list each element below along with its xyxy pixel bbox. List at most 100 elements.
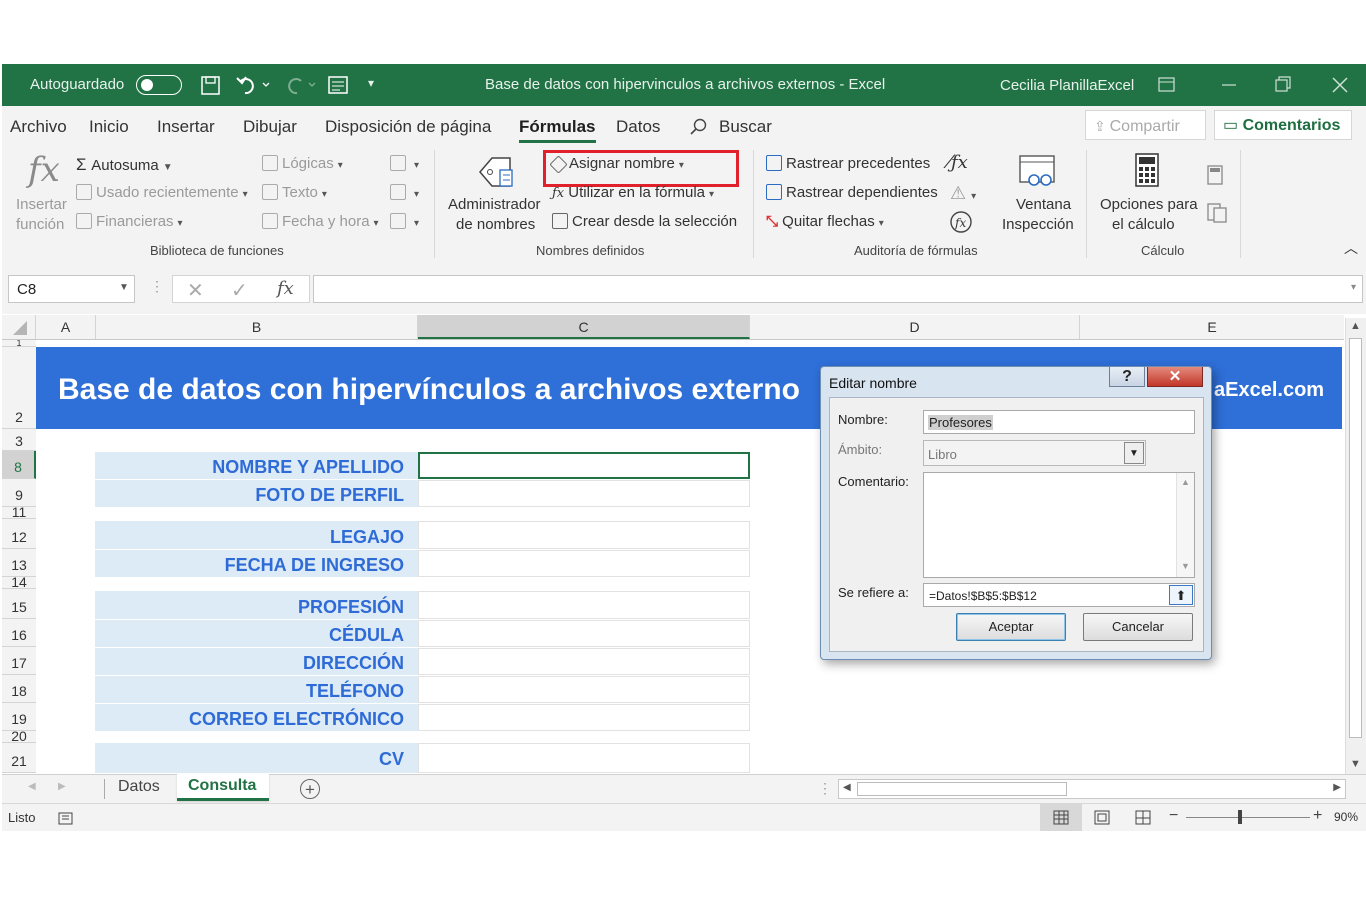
vertical-scrollbar[interactable]: ▲ ▼ (1345, 318, 1366, 774)
column-header-b[interactable]: B (96, 315, 418, 339)
customize-qat-icon[interactable]: ▾ (368, 76, 374, 90)
row-header[interactable]: 15 (2, 589, 36, 619)
calc-sheet-icon[interactable] (1206, 202, 1228, 224)
insert-function-icon[interactable]: fx (277, 278, 294, 299)
evaluate-formula-icon[interactable]: fx (949, 210, 973, 234)
tab-archivo[interactable]: Archivo (10, 117, 67, 137)
zoom-out-button[interactable]: − (1169, 807, 1178, 825)
autosave-toggle[interactable] (136, 75, 182, 95)
page-layout-icon[interactable] (1094, 810, 1110, 825)
user-name[interactable]: Cecilia PlanillaExcel (1000, 77, 1134, 94)
comments-button[interactable]: ▭ Comentarios (1214, 110, 1352, 140)
close-window-icon[interactable] (1330, 75, 1350, 95)
remove-arrows-button[interactable]: ⤡ Quitar flechas ▾ (766, 213, 884, 230)
calc-options-button[interactable]: Opciones para el cálculo (1096, 148, 1202, 240)
cell-c12[interactable] (418, 521, 750, 549)
redo-icon[interactable] (282, 74, 316, 96)
cancel-entry-icon[interactable]: ✕ (187, 278, 204, 303)
collapse-ribbon-icon[interactable]: ︿ (1344, 238, 1358, 258)
math-button[interactable]: ▾ (390, 184, 419, 201)
cell-c16[interactable] (418, 620, 750, 647)
column-header-a[interactable]: A (36, 315, 96, 339)
row-header[interactable]: 3 (2, 429, 36, 451)
collapse-dialog-icon[interactable]: ⬆ (1169, 585, 1193, 605)
zoom-slider-handle[interactable] (1238, 810, 1242, 824)
row-header[interactable]: 8 (2, 451, 36, 479)
name-manager-button[interactable]: Administrador de nombres (444, 148, 544, 240)
expand-formula-icon[interactable]: ▾ (1351, 282, 1356, 293)
row-header[interactable]: 13 (2, 549, 36, 577)
financial-button[interactable]: Financieras ▾ (76, 213, 183, 230)
use-in-formula-button[interactable]: ƒx Utilizar en la fórmula ▾ (552, 184, 714, 201)
tab-insertar[interactable]: Insertar (157, 117, 215, 137)
scroll-down-icon[interactable]: ▼ (1181, 561, 1190, 571)
error-checking-icon[interactable]: ⚠ ▾ (950, 183, 976, 204)
calc-now-icon[interactable] (1206, 164, 1224, 186)
autosuma-button[interactable]: Σ Autosuma ▼ (76, 155, 173, 175)
cell-c19[interactable] (418, 704, 750, 731)
row-header[interactable]: 11 (2, 507, 36, 519)
horizontal-scroll-thumb[interactable] (857, 782, 1067, 796)
row-header[interactable]: 17 (2, 647, 36, 675)
chevron-down-icon[interactable]: ▼ (1124, 442, 1144, 464)
row-header[interactable]: 18 (2, 675, 36, 703)
column-header-e[interactable]: E (1080, 315, 1344, 339)
comentario-textarea[interactable]: ▲ ▼ (923, 472, 1195, 578)
cell-c8-selected[interactable] (418, 452, 750, 479)
row-header[interactable]: 12 (2, 519, 36, 549)
scroll-up-icon[interactable]: ▲ (1181, 477, 1190, 487)
normal-view-button[interactable] (1040, 804, 1082, 831)
dialog-close-button[interactable]: ✕ (1147, 367, 1203, 387)
scroll-right-icon[interactable]: ▶ (1333, 782, 1341, 793)
form-icon[interactable] (328, 76, 350, 96)
tab-formulas[interactable]: Fórmulas (519, 117, 596, 143)
help-button[interactable]: ? (1109, 367, 1145, 387)
cell-c17[interactable] (418, 648, 750, 675)
column-header-c[interactable]: C (418, 315, 750, 339)
vertical-scroll-thumb[interactable] (1349, 338, 1362, 738)
row-header[interactable]: 21 (2, 743, 36, 773)
lookup-button[interactable]: ▾ (390, 155, 419, 172)
scroll-up-icon[interactable]: ▲ (1350, 320, 1361, 332)
minimize-icon[interactable] (1220, 77, 1238, 93)
cell-c9[interactable] (418, 480, 750, 507)
row-header[interactable]: 20 (2, 731, 36, 743)
page-break-icon[interactable] (1135, 810, 1151, 825)
formula-input[interactable]: ▾ (313, 275, 1363, 303)
row-header[interactable]: 2 (2, 347, 36, 429)
watch-window-button[interactable]: Ventana Inspección (996, 148, 1082, 240)
trace-precedents-button[interactable]: Rastrear precedentes (766, 155, 930, 172)
trace-dependents-button[interactable]: Rastrear dependientes (766, 184, 938, 201)
refiere-input[interactable]: =Datos!$B$5:$B$12 ⬆ (923, 583, 1195, 607)
create-from-selection-button[interactable]: Crear desde la selección (552, 213, 737, 230)
tab-split-icon[interactable]: ⋮ (818, 780, 832, 797)
more-functions-button[interactable]: ▾ (390, 213, 419, 230)
share-button[interactable]: ⇪ Compartir (1085, 110, 1206, 140)
horizontal-scrollbar[interactable]: ◀ ▶ (838, 779, 1346, 799)
restore-icon[interactable] (1274, 76, 1292, 94)
recent-button[interactable]: Usado recientemente ▾ (76, 184, 248, 201)
next-sheet-icon[interactable]: ▶ (58, 781, 66, 792)
cancel-button[interactable]: Cancelar (1083, 613, 1193, 641)
nombre-input[interactable]: Profesores (923, 410, 1195, 434)
zoom-level[interactable]: 90% (1334, 810, 1358, 824)
cell-c13[interactable] (418, 550, 750, 577)
logical-button[interactable]: Lógicas ▾ (262, 155, 343, 172)
sheet-tab-consulta[interactable]: Consulta (177, 774, 269, 801)
macro-record-icon[interactable] (58, 810, 74, 825)
scroll-left-icon[interactable]: ◀ (843, 782, 851, 793)
tab-inicio[interactable]: Inicio (89, 117, 129, 137)
save-icon[interactable] (200, 75, 222, 97)
cell-c18[interactable] (418, 676, 750, 703)
zoom-slider[interactable] (1186, 817, 1310, 818)
insert-function-button[interactable]: fx Insertar función (8, 148, 74, 238)
column-header-d[interactable]: D (750, 315, 1080, 339)
ok-button[interactable]: Aceptar (956, 613, 1066, 641)
select-all-corner[interactable] (2, 315, 36, 339)
cell-c21[interactable] (418, 743, 750, 773)
row-header[interactable]: 9 (2, 479, 36, 507)
row-header[interactable]: 19 (2, 703, 36, 731)
comment-scrollbar[interactable]: ▲ ▼ (1176, 473, 1194, 577)
prev-sheet-icon[interactable]: ◀ (28, 781, 36, 792)
sheet-tab-datos[interactable]: Datos (118, 778, 160, 796)
